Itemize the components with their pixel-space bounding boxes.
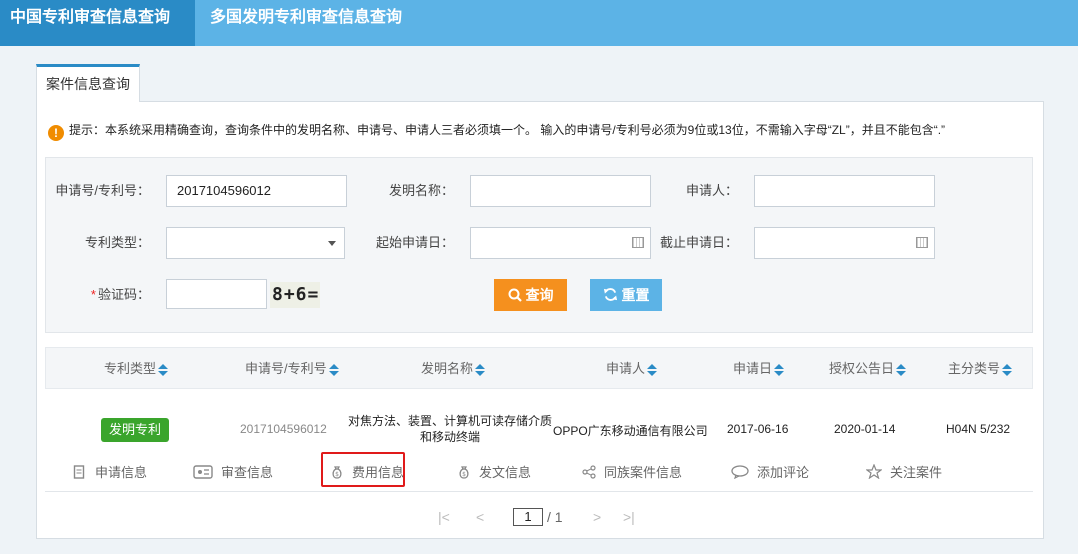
captcha-image[interactable]: 8+6=	[270, 282, 320, 308]
header-text: 主分类号	[948, 361, 1001, 376]
captcha-label: * 验证码：	[50, 279, 150, 311]
end-date-input[interactable]	[754, 227, 935, 259]
warning-icon: !	[48, 125, 64, 141]
start-date-input[interactable]	[470, 227, 651, 259]
review-info-link[interactable]: 审查信息	[193, 456, 273, 490]
top-nav: 中国专利审查信息查询 多国发明专利审查信息查询	[0, 0, 1078, 46]
column-header-applicant[interactable]: 申请人	[606, 348, 658, 390]
add-comment-link[interactable]: 添加评论	[731, 456, 809, 490]
chevron-down-icon	[328, 241, 336, 246]
app-no-input[interactable]: 2017104596012	[166, 175, 347, 207]
column-header-type[interactable]: 专利类型	[104, 348, 169, 390]
column-header-grant-date[interactable]: 授权公告日	[829, 348, 907, 390]
row-ipc: H04N 5/232	[946, 422, 1011, 436]
end-date-label: 截止申请日：	[659, 235, 738, 250]
share-icon	[582, 458, 596, 479]
type-label: 专利类型：	[84, 235, 150, 250]
row-app-date: 2017-06-16	[727, 422, 789, 436]
app-no-value: 2017104596012	[177, 183, 271, 198]
required-mark: *	[90, 287, 96, 302]
doc-info-link[interactable]: $ 发文信息	[457, 456, 531, 490]
document-icon	[73, 458, 87, 479]
reset-button-label: 重置	[621, 287, 650, 303]
comment-icon	[731, 458, 749, 480]
title-label: 发明名称：	[388, 183, 454, 198]
search-icon	[508, 279, 522, 311]
last-page-button[interactable]: >|	[623, 506, 635, 528]
tab-multi-country-patent[interactable]: 多国发明专利审查信息查询	[200, 0, 412, 46]
page-number-input[interactable]: 1	[513, 508, 543, 526]
apply-info-link[interactable]: 申请信息	[73, 456, 147, 490]
doc-info-label: 发文信息	[479, 465, 532, 480]
refresh-icon	[603, 279, 618, 311]
header-text: 授权公告日	[829, 361, 895, 376]
tab-china-patent[interactable]: 中国专利审查信息查询	[0, 0, 195, 46]
captcha-input[interactable]	[166, 279, 267, 309]
search-button[interactable]: 查询	[494, 279, 567, 311]
star-icon	[865, 458, 883, 480]
row-grant-date: 2020-01-14	[834, 422, 896, 436]
review-icon	[193, 458, 213, 479]
title-input[interactable]	[470, 175, 651, 207]
first-page-button[interactable]: |<	[438, 506, 450, 528]
sort-icon[interactable]	[774, 363, 785, 376]
header-text: 申请号/专利号	[245, 361, 327, 376]
follow-case-label: 关注案件	[890, 465, 943, 480]
row-actions: 申请信息 审查信息 $ 费用信息 $ 发文信息 同族案件信息 添加评论 关注案件	[45, 456, 1033, 492]
tip-message: ! 提示：本系统采用精确查询，查询条件中的发明名称、申请号、申请人三者必须填一个。…	[48, 120, 946, 141]
page-total: / 1	[547, 509, 563, 525]
review-info-label: 审查信息	[221, 465, 274, 480]
family-info-label: 同族案件信息	[604, 465, 683, 480]
search-button-label: 查询	[525, 287, 554, 303]
patent-type-select[interactable]	[166, 227, 345, 259]
sort-icon[interactable]	[158, 363, 169, 376]
sort-icon[interactable]	[328, 363, 339, 376]
apply-info-label: 申请信息	[95, 465, 148, 480]
prev-page-button[interactable]: <	[476, 506, 484, 528]
next-page-button[interactable]: >	[593, 506, 601, 528]
add-comment-label: 添加评论	[757, 465, 810, 480]
follow-case-link[interactable]: 关注案件	[865, 456, 943, 490]
sort-icon[interactable]	[647, 363, 658, 376]
reset-button[interactable]: 重置	[590, 279, 662, 311]
tab-case-info-query[interactable]: 案件信息查询	[36, 64, 140, 102]
row-applicant: OPPO广东移动通信有限公司	[553, 424, 708, 438]
header-text: 发明名称	[421, 361, 474, 376]
column-header-title[interactable]: 发明名称	[421, 348, 486, 390]
applicant-input[interactable]	[754, 175, 935, 207]
header-text: 专利类型	[104, 361, 157, 376]
row-app-no[interactable]: 2017104596012	[240, 422, 327, 436]
sort-icon[interactable]	[475, 363, 486, 376]
highlight-box	[321, 452, 405, 487]
header-text: 申请日	[733, 361, 773, 376]
captcha-label-text: 验证码：	[97, 287, 150, 302]
tip-text: 提示：本系统采用精确查询，查询条件中的发明名称、申请号、申请人三者必须填一个。 …	[69, 123, 946, 137]
row-title[interactable]: 对焦方法、装置、计算机可读存储介质和移动终端	[348, 413, 552, 445]
column-header-app-date[interactable]: 申请日	[733, 348, 785, 390]
column-header-app-no[interactable]: 申请号/专利号	[245, 348, 339, 390]
svg-text:$: $	[462, 471, 466, 478]
doc-bag-icon: $	[457, 458, 471, 479]
start-date-label: 起始申请日：	[375, 235, 454, 250]
calendar-icon[interactable]	[916, 237, 928, 248]
header-text: 申请人	[606, 361, 646, 376]
column-header-ipc[interactable]: 主分类号	[948, 348, 1013, 390]
family-info-link[interactable]: 同族案件信息	[582, 456, 682, 490]
sort-icon[interactable]	[896, 363, 907, 376]
app-no-label: 申请号/专利号：	[55, 183, 150, 198]
applicant-label: 申请人：	[685, 183, 738, 198]
table-header: 专利类型 申请号/专利号 发明名称 申请人 申请日 授权公告日 主分类号	[45, 347, 1033, 389]
sort-icon[interactable]	[1002, 363, 1013, 376]
patent-type-badge: 发明专利	[101, 418, 169, 442]
